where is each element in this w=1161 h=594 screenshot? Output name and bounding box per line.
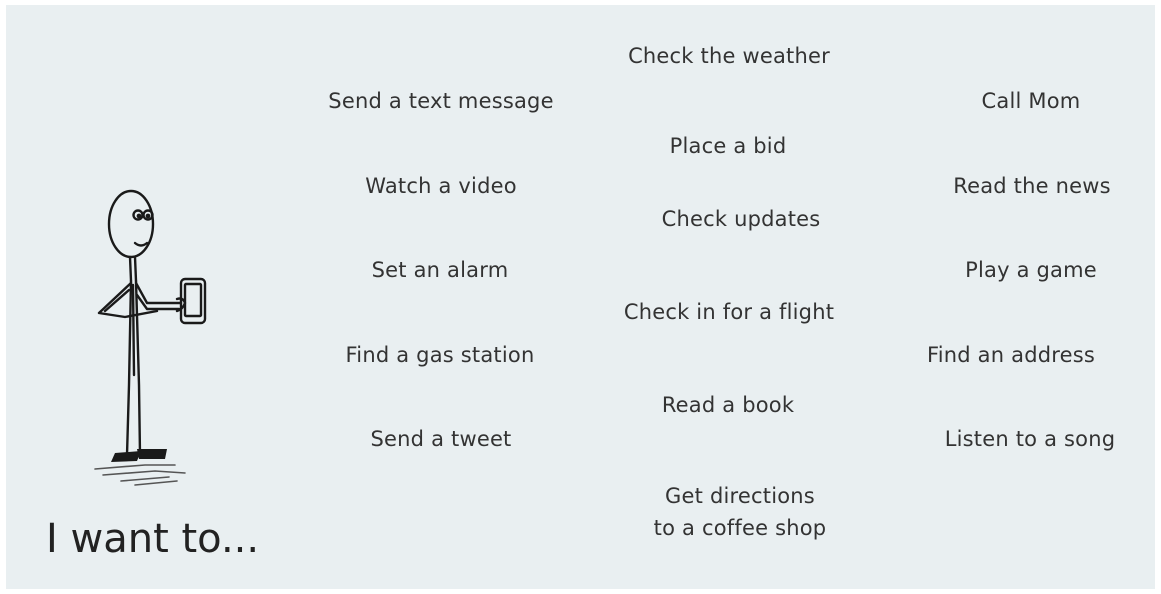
task-place-bid: Place a bid — [669, 134, 787, 158]
task-find-gas-station: Find a gas station — [345, 343, 535, 367]
stick-figure-with-phone-icon — [85, 185, 235, 500]
task-send-tweet: Send a tweet — [370, 427, 512, 451]
task-read-news: Read the news — [953, 174, 1111, 198]
task-set-alarm: Set an alarm — [371, 258, 509, 282]
task-get-directions: Get directions to a coffee shop — [654, 480, 827, 544]
task-read-book: Read a book — [661, 393, 795, 417]
caption-i-want-to: I want to... — [46, 516, 260, 562]
task-call-mom: Call Mom — [981, 89, 1081, 113]
task-send-text-message: Send a text message — [328, 89, 554, 113]
task-play-game: Play a game — [965, 258, 1097, 282]
task-check-in-flight: Check in for a flight — [623, 300, 835, 324]
task-get-directions-line2: to a coffee shop — [653, 516, 827, 540]
task-check-weather: Check the weather — [628, 44, 830, 68]
task-watch-video: Watch a video — [365, 174, 517, 198]
task-check-updates: Check updates — [661, 207, 821, 231]
task-find-address: Find an address — [926, 343, 1096, 367]
task-get-directions-line1: Get directions — [665, 484, 815, 508]
task-listen-song: Listen to a song — [944, 427, 1116, 451]
